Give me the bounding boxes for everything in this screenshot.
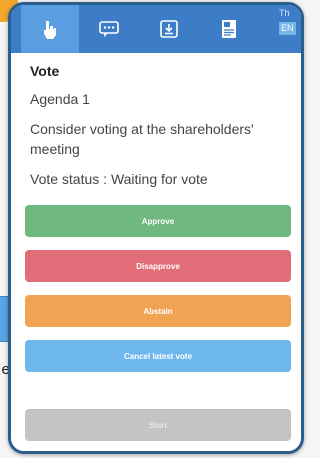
language-option-en[interactable]: EN [279,22,296,35]
tab-vote[interactable] [21,5,79,53]
language-option-th[interactable]: Th [279,7,301,20]
approve-button[interactable]: Approve [25,205,291,237]
disapprove-button[interactable]: Disapprove [25,250,291,282]
tab-document[interactable] [199,5,259,53]
page-title: Vote [30,63,60,79]
language-switch[interactable]: Th EN [279,7,301,35]
chat-icon [99,21,119,37]
agenda-description: Consider voting at the shareholders' mee… [30,121,254,157]
agenda-label: Agenda 1 [30,91,90,107]
vote-hand-icon [44,21,56,39]
vote-buttons: Approve Disapprove Abstain Cancel latest… [25,205,291,385]
tab-chat[interactable] [79,5,139,53]
vote-panel: Vote Agenda 1 Consider voting at the sha… [11,53,301,189]
top-tab-bar: Th EN [11,5,301,53]
download-icon [160,20,178,38]
document-icon [222,20,236,38]
device-frame: Th EN Vote Agenda 1 Consider voting at t… [8,2,304,454]
vote-status: Vote status : Waiting for vote [30,171,208,187]
abstain-button[interactable]: Abstain [25,295,291,327]
cancel-latest-vote-button[interactable]: Cancel latest vote [25,340,291,372]
start-button[interactable]: Start [25,409,291,441]
tab-download[interactable] [139,5,199,53]
